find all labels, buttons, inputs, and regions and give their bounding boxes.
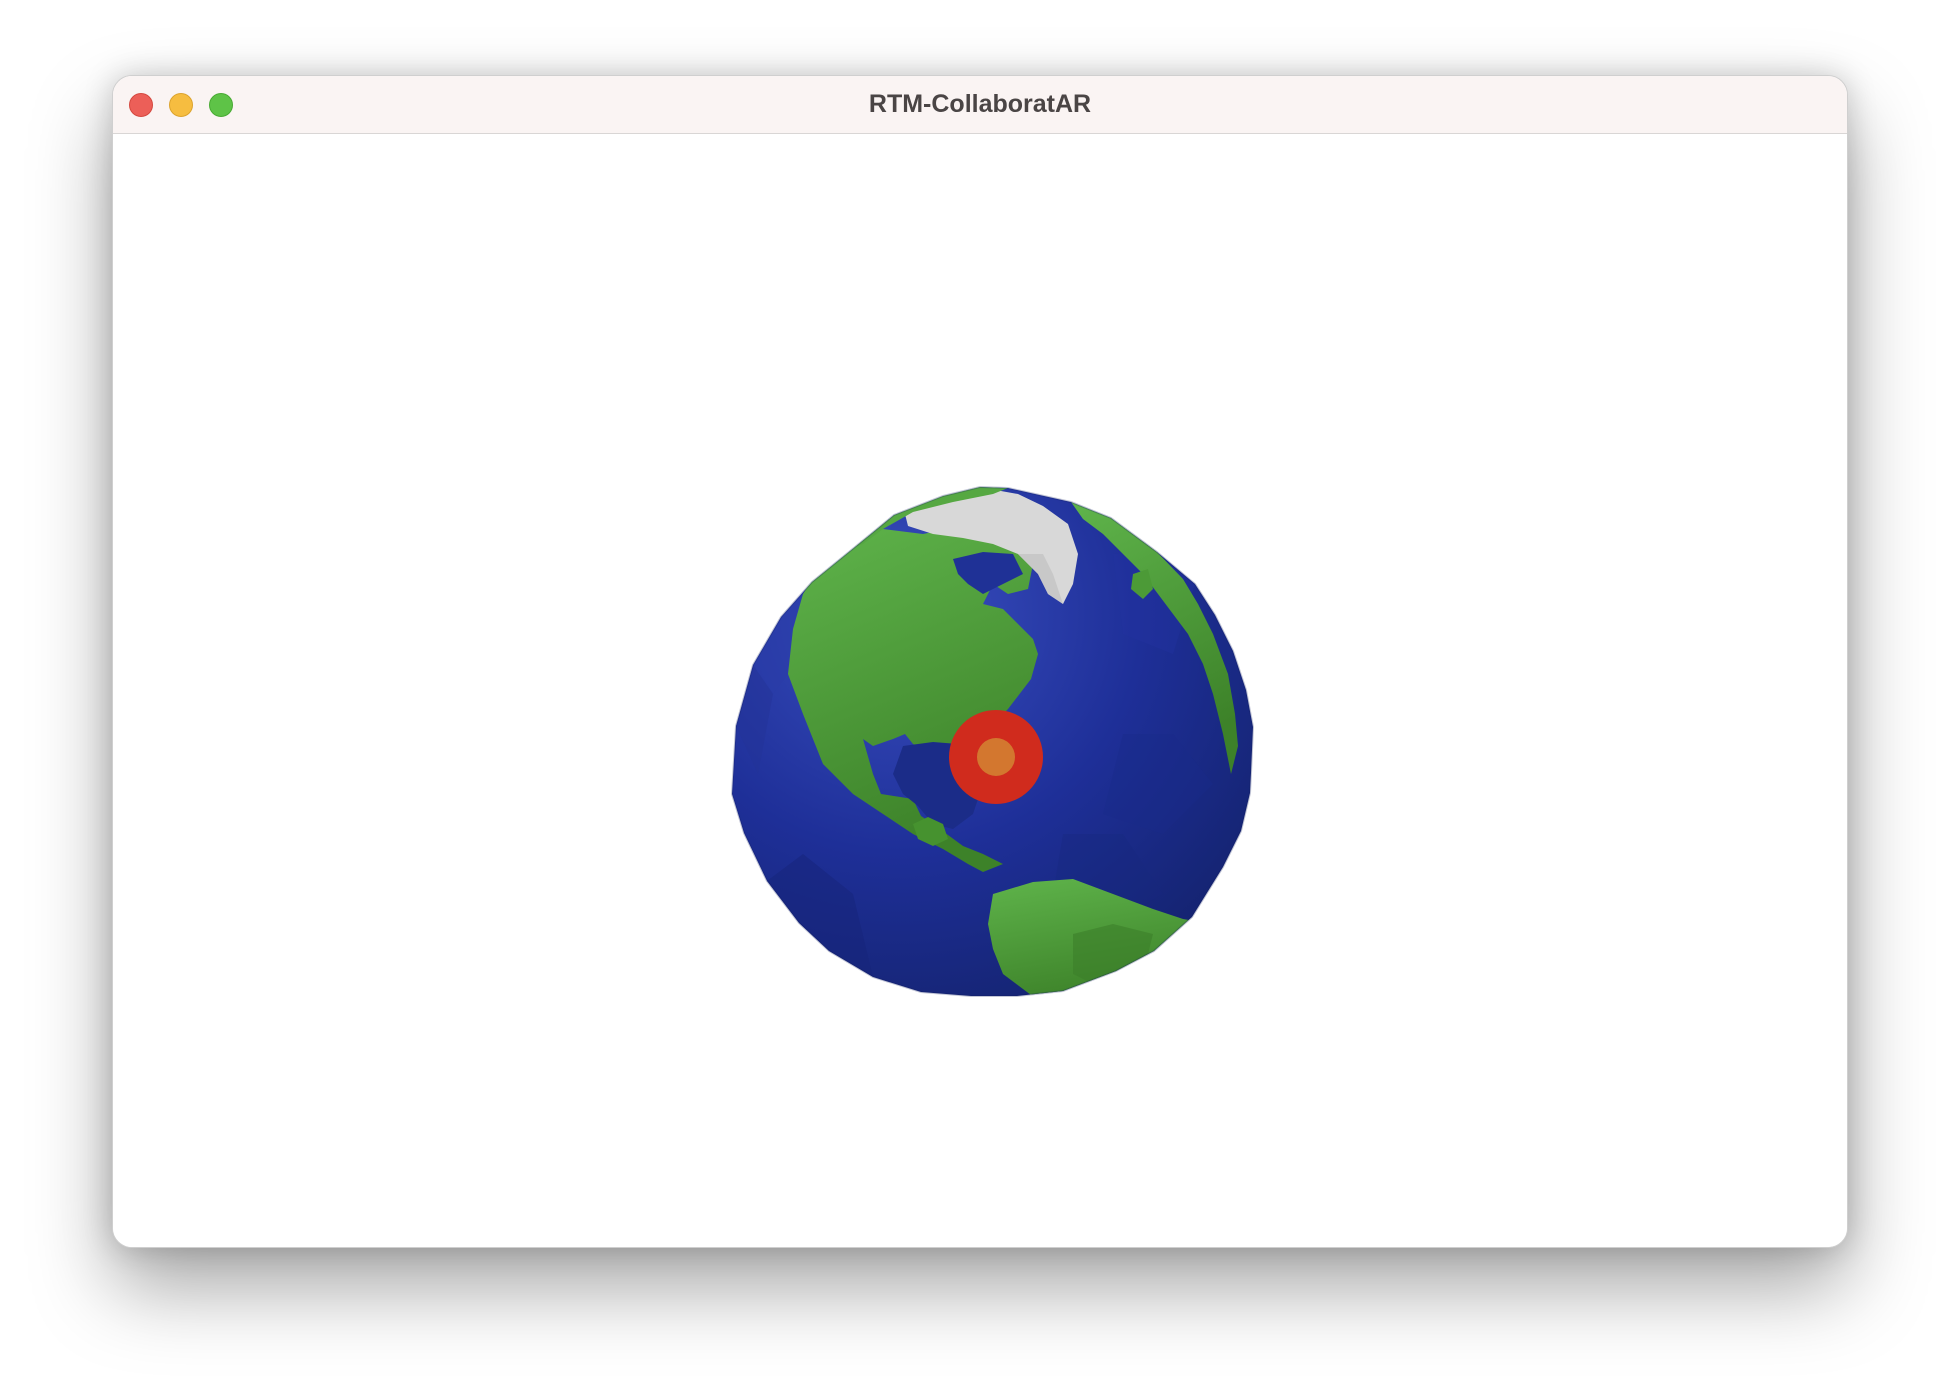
app-window: RTM-CollaboratAR — [112, 75, 1848, 1248]
south-america-shade — [1073, 924, 1153, 989]
location-marker-inner[interactable] — [977, 738, 1015, 776]
location-marker[interactable] — [949, 710, 1043, 804]
title-bar[interactable]: RTM-CollaboratAR — [113, 76, 1847, 134]
window-title: RTM-CollaboratAR — [868, 90, 1092, 118]
scene-canvas[interactable] — [113, 134, 1847, 1247]
ar-viewport[interactable] — [113, 134, 1847, 1247]
